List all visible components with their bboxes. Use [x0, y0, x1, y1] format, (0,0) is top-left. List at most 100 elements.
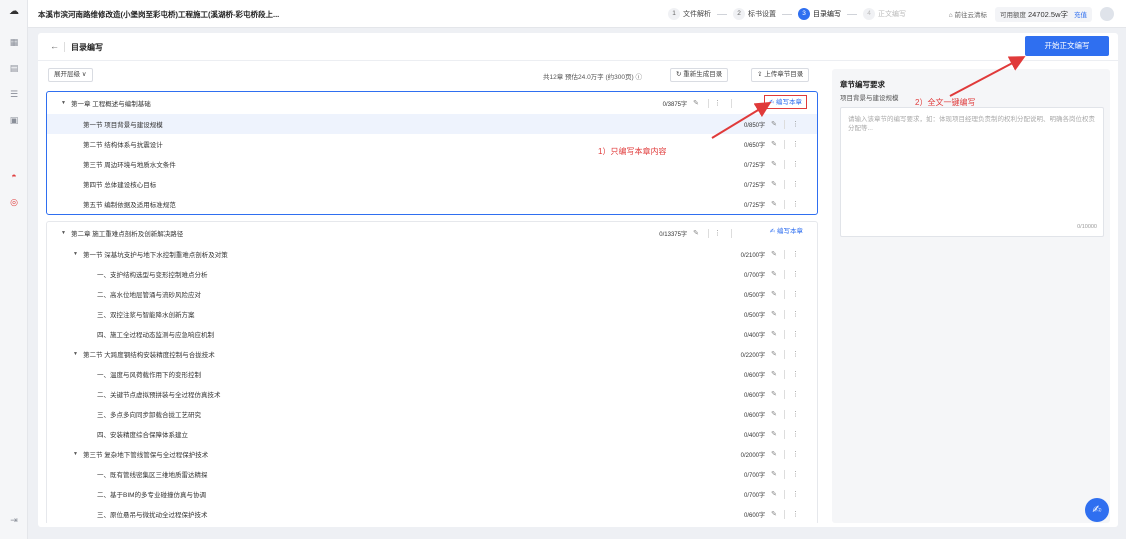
more-icon[interactable]: ⋮: [714, 229, 721, 237]
more-icon[interactable]: ⋮: [792, 200, 799, 208]
list-item[interactable]: 三、原位悬吊与微扰动全过程保护技术 0/600字 ✎ ⋮: [47, 504, 817, 523]
chapter-row[interactable]: ▼ 第一章 工程概述与编制基础 0/3875字 ✎ ⋮ ✍ 编写本章: [47, 92, 817, 114]
list-item[interactable]: 二、高水位地层管涌与流砂风险应对 0/500字 ✎ ⋮: [47, 284, 817, 304]
more-icon[interactable]: ⋮: [714, 99, 721, 107]
edit-icon[interactable]: ✎: [771, 510, 777, 518]
more-icon[interactable]: ⋮: [792, 470, 799, 478]
charge-link[interactable]: 充值: [1074, 9, 1087, 19]
edit-icon[interactable]: ✎: [771, 250, 777, 258]
more-icon[interactable]: ⋮: [792, 270, 799, 278]
page-header: ← 目录编写 开始正文编写: [38, 33, 1118, 61]
upload-toc-button[interactable]: ⇪ 上传章节目录: [751, 68, 810, 82]
grid-icon[interactable]: ▦: [8, 36, 20, 48]
more-icon[interactable]: ⋮: [792, 120, 799, 128]
edit-icon[interactable]: ✎: [771, 470, 777, 478]
requirements-textarea[interactable]: 请输入该章节的编写要求，如：体现项目经理负责制的权利分配说明、明确各岗位权责分配…: [840, 107, 1104, 237]
back-button[interactable]: ←: [50, 41, 59, 51]
balance-badge: 可用额度 24702.5w字 充值: [994, 6, 1092, 22]
list-item[interactable]: 第一节 项目背景与建设规模 0/850字 ✎ ⋮: [47, 114, 817, 134]
more-icon[interactable]: ⋮: [792, 490, 799, 498]
annotation-one: 1）只编写本章内容: [598, 147, 667, 156]
document-icon[interactable]: ▤: [8, 62, 20, 74]
edit-icon[interactable]: ✎: [771, 490, 777, 498]
more-icon[interactable]: ⋮: [792, 140, 799, 148]
logo-icon: ☁: [9, 6, 19, 17]
list-item[interactable]: 二、基于BIM的多专业碰撞仿真与协调 0/700字 ✎ ⋮: [47, 484, 817, 504]
more-icon[interactable]: ⋮: [792, 390, 799, 398]
list-item[interactable]: 四、施工全过程动态监测与应急响应机制 0/400字 ✎ ⋮: [47, 324, 817, 344]
requirements-title: 章节编写要求: [840, 80, 885, 89]
target-icon[interactable]: ◎: [8, 196, 20, 208]
pen-icon: ✍: [769, 228, 776, 235]
more-icon[interactable]: ⋮: [792, 160, 799, 168]
section-row[interactable]: ▼ 第二节 大跨度钢结构安装精度控制与合拢技术 0/2200字 ✎ ⋮: [47, 344, 817, 364]
avatar[interactable]: [1100, 7, 1114, 21]
edit-icon[interactable]: ✎: [771, 120, 777, 128]
more-icon[interactable]: ⋮: [792, 430, 799, 438]
more-icon[interactable]: ⋮: [792, 290, 799, 298]
list-item[interactable]: 一、温度与风荷载作用下的变形控制 0/600字 ✎ ⋮: [47, 364, 817, 384]
regenerate-toc-button[interactable]: ↻ 重新生成目录: [670, 68, 729, 82]
start-body-writing-button[interactable]: 开始正文编写: [1025, 36, 1109, 56]
more-icon[interactable]: ⋮: [792, 370, 799, 378]
section-row[interactable]: ▼ 第三节 复杂地下管线管保与全过程保护技术 0/2000字 ✎ ⋮: [47, 444, 817, 464]
edit-icon[interactable]: ✎: [771, 270, 777, 278]
edit-icon[interactable]: ✎: [771, 160, 777, 168]
assistant-fab[interactable]: ✍: [1085, 498, 1109, 522]
bag-icon[interactable]: ◓: [8, 170, 20, 182]
caret-down-icon[interactable]: ▼: [61, 230, 66, 236]
collapse-icon[interactable]: ⇥: [8, 514, 20, 526]
step-file-parse[interactable]: 1 文件解析: [668, 8, 727, 20]
edit-icon[interactable]: ✎: [771, 180, 777, 188]
list-item[interactable]: 第三节 周边环境与地质水文条件 0/725字 ✎ ⋮: [47, 154, 817, 174]
more-icon[interactable]: ⋮: [792, 350, 799, 358]
step-toc-writing[interactable]: 3 目录编写: [798, 8, 857, 20]
edit-icon[interactable]: ✎: [771, 140, 777, 148]
list-item[interactable]: 一、既有管线密集区三维地质雷达精探 0/700字 ✎ ⋮: [47, 464, 817, 484]
edit-icon[interactable]: ✎: [771, 370, 777, 378]
caret-down-icon[interactable]: ▼: [73, 351, 78, 357]
edit-icon[interactable]: ✎: [771, 290, 777, 298]
edit-icon[interactable]: ✎: [771, 350, 777, 358]
list-item[interactable]: 第二节 结构体系与抗震设计 0/650字 ✎ ⋮: [47, 134, 817, 154]
list-item[interactable]: 第四节 总体建设核心目标 0/725字 ✎ ⋮: [47, 174, 817, 194]
cloud-link[interactable]: ⌂ 前往云清标: [949, 9, 987, 19]
more-icon[interactable]: ⋮: [792, 510, 799, 518]
list-item[interactable]: 三、双控注浆与智能降水创新方案 0/500字 ✎ ⋮: [47, 304, 817, 324]
edit-icon[interactable]: ✎: [771, 330, 777, 338]
list-item[interactable]: 二、关键节点虚拟预拼装与全过程仿真技术 0/600字 ✎ ⋮: [47, 384, 817, 404]
more-icon[interactable]: ⋮: [792, 410, 799, 418]
chapter-row[interactable]: ▼ 第二章 施工重难点剖析及创新解决路径 0/13375字 ✎ ⋮ ✍ 编写本章: [47, 222, 817, 244]
edit-icon[interactable]: ✎: [771, 310, 777, 318]
list-item[interactable]: 三、多点多向同步卸载合拢工艺研究 0/600字 ✎ ⋮: [47, 404, 817, 424]
caret-down-icon[interactable]: ▼: [73, 451, 78, 457]
caret-down-icon[interactable]: ▼: [73, 251, 78, 257]
section-row[interactable]: ▼ 第一节 深基坑支护与地下水控制重难点剖析及对策 0/2100字 ✎ ⋮: [47, 244, 817, 264]
chapter-1: ▼ 第一章 工程概述与编制基础 0/3875字 ✎ ⋮ ✍ 编写本章 第一节 项…: [46, 91, 818, 215]
more-icon[interactable]: ⋮: [792, 330, 799, 338]
list-icon[interactable]: ☰: [8, 88, 20, 100]
summary-text: 共12章 预估24.0万字 (约300页) ⓘ: [543, 74, 642, 81]
edit-icon[interactable]: ✎: [771, 450, 777, 458]
edit-icon[interactable]: ✎: [771, 410, 777, 418]
list-item[interactable]: 第五节 编制依据及适用标准规范 0/725字 ✎ ⋮: [47, 194, 817, 214]
toc-tree: ▼ 第一章 工程概述与编制基础 0/3875字 ✎ ⋮ ✍ 编写本章 第一节 项…: [46, 91, 822, 523]
edit-icon[interactable]: ✎: [771, 390, 777, 398]
edit-icon[interactable]: ✎: [693, 99, 699, 107]
edit-icon[interactable]: ✎: [693, 229, 699, 237]
edit-icon[interactable]: ✎: [771, 430, 777, 438]
list-item[interactable]: 四、安装精度综合保障体系建立 0/400字 ✎ ⋮: [47, 424, 817, 444]
step-body-writing[interactable]: 4 正文编写: [863, 8, 906, 20]
more-icon[interactable]: ⋮: [792, 310, 799, 318]
edit-icon[interactable]: ✎: [771, 200, 777, 208]
expand-level-dropdown[interactable]: 展开层级 ∨: [48, 68, 93, 82]
clipboard-icon[interactable]: ▣: [8, 114, 20, 126]
more-icon[interactable]: ⋮: [792, 250, 799, 258]
more-icon[interactable]: ⋮: [792, 180, 799, 188]
step-bid-settings[interactable]: 2 标书设置: [733, 8, 792, 20]
list-item[interactable]: 一、支护结构选型与变形控制难点分析 0/700字 ✎ ⋮: [47, 264, 817, 284]
caret-down-icon[interactable]: ▼: [61, 100, 66, 106]
more-icon[interactable]: ⋮: [792, 450, 799, 458]
write-chapter-button[interactable]: ✍ 编写本章: [763, 95, 807, 109]
write-chapter-button[interactable]: ✍ 编写本章: [766, 225, 807, 239]
